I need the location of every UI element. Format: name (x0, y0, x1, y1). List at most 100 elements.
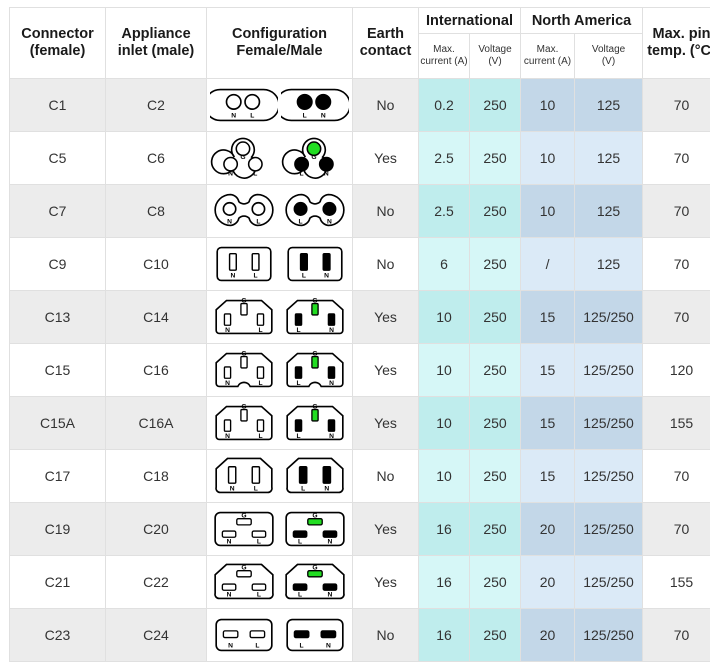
table-row: C23C24NLLNNo1625020125/25070 (10, 609, 710, 662)
connector-diagram-pair: GNLGLN (207, 397, 352, 449)
cell-configuration: NLLN (207, 79, 353, 132)
cell-international-voltage: 250 (470, 291, 521, 344)
connector-diagram-pair: GNLGLN (207, 344, 352, 396)
cell-max-pin-temp: 70 (643, 609, 710, 662)
intl-current-line2: current (A) (419, 56, 469, 68)
cell-appliance-inlet: C18 (106, 450, 207, 503)
cell-max-pin-temp: 70 (643, 450, 710, 503)
svg-text:G: G (241, 565, 246, 572)
cell-appliance-inlet: C2 (106, 79, 207, 132)
maxpin-header-line2: temp. (°C) (643, 43, 710, 60)
cell-north-america-voltage: 125/250 (575, 344, 643, 397)
cell-appliance-inlet: C16A (106, 397, 207, 450)
connector-female-c23-icon: NL (210, 613, 278, 657)
connector-diagram-pair: NLLN (207, 79, 352, 131)
svg-text:N: N (230, 272, 235, 279)
svg-text:N: N (225, 327, 230, 334)
svg-text:L: L (301, 485, 305, 492)
cell-north-america-voltage: 125/250 (575, 609, 643, 662)
cell-appliance-inlet: C6 (106, 132, 207, 185)
cell-north-america-max-current: 10 (521, 185, 575, 238)
svg-text:L: L (296, 327, 300, 334)
inlet-header-line1: Appliance (106, 26, 206, 43)
cell-appliance-inlet: C20 (106, 503, 207, 556)
cell-earth-contact: Yes (353, 291, 419, 344)
cell-max-pin-temp: 70 (643, 291, 710, 344)
iec-connector-table-container: Connector (female) Appliance inlet (male… (9, 7, 700, 662)
svg-text:G: G (311, 154, 316, 161)
connector-female-c15a-icon: G N L (210, 401, 278, 445)
cell-connector: C13 (10, 291, 106, 344)
table-row: C15C16GNLGLNYes1025015125/250120 (10, 344, 710, 397)
cell-north-america-voltage: 125 (575, 238, 643, 291)
svg-text:L: L (258, 327, 262, 334)
svg-text:N: N (231, 112, 236, 119)
svg-text:G: G (312, 351, 317, 358)
cell-connector: C17 (10, 450, 106, 503)
connector-female-c15-icon: GNL (210, 348, 278, 392)
connector-female-c1-icon: NL (210, 83, 278, 127)
cell-international-max-current: 10 (419, 344, 470, 397)
svg-text:G: G (312, 298, 317, 305)
cell-configuration: N LLN (207, 238, 353, 291)
connector-male-c14-icon: GLN (281, 295, 349, 339)
cell-north-america-max-current: 10 (521, 132, 575, 185)
cell-configuration: GNLGLN (207, 503, 353, 556)
cell-configuration: GNLGLN (207, 556, 353, 609)
cell-connector: C15 (10, 344, 106, 397)
svg-text:L: L (253, 171, 257, 178)
svg-text:N: N (227, 218, 232, 225)
cell-earth-contact: Yes (353, 503, 419, 556)
connector-diagram-pair: NLLN (207, 609, 352, 661)
cell-international-voltage: 250 (470, 397, 521, 450)
cell-north-america-voltage: 125 (575, 79, 643, 132)
table-row: C21C22GNLGLNYes1625020125/250155 (10, 556, 710, 609)
cell-international-voltage: 250 (470, 609, 521, 662)
table-body: C1C2NLLNNo0.22501012570C5C6GNLGLNYes2.52… (10, 79, 710, 662)
column-group-header-international: International (419, 8, 521, 34)
cell-connector: C9 (10, 238, 106, 291)
svg-text:L: L (302, 272, 306, 279)
cell-configuration: GNLGLN (207, 291, 353, 344)
cell-connector: C5 (10, 132, 106, 185)
cell-earth-contact: Yes (353, 556, 419, 609)
cell-north-america-voltage: 125/250 (575, 503, 643, 556)
connector-diagram-pair: GNLGLN (207, 503, 352, 555)
svg-text:N: N (228, 642, 233, 649)
table-row: C1C2NLLNNo0.22501012570 (10, 79, 710, 132)
maxpin-header-line1: Max. pin (643, 26, 710, 43)
cell-north-america-voltage: 125/250 (575, 450, 643, 503)
cell-earth-contact: No (353, 609, 419, 662)
cell-north-america-voltage: 125/250 (575, 556, 643, 609)
cell-connector: C1 (10, 79, 106, 132)
connector-female-c7-icon: NL (210, 189, 278, 233)
svg-text:L: L (257, 538, 261, 545)
cell-appliance-inlet: C14 (106, 291, 207, 344)
svg-text:G: G (312, 404, 317, 411)
cell-international-voltage: 250 (470, 79, 521, 132)
cell-max-pin-temp: 70 (643, 503, 710, 556)
connector-female-c19-icon: GNL (210, 507, 278, 551)
cell-international-voltage: 250 (470, 132, 521, 185)
svg-text:G: G (241, 404, 246, 411)
svg-text:N: N (225, 433, 230, 440)
cell-north-america-max-current: / (521, 238, 575, 291)
intl-voltage-line1: Voltage (470, 44, 520, 56)
cell-max-pin-temp: 70 (643, 132, 710, 185)
column-group-header-north-america: North America (521, 8, 643, 34)
svg-text:L: L (258, 433, 262, 440)
cell-connector: C21 (10, 556, 106, 609)
cell-earth-contact: No (353, 79, 419, 132)
cell-max-pin-temp: 70 (643, 79, 710, 132)
svg-text:N: N (324, 272, 329, 279)
svg-text:N: N (227, 591, 232, 598)
svg-text:G: G (240, 154, 245, 161)
cell-north-america-max-current: 15 (521, 291, 575, 344)
cell-earth-contact: No (353, 238, 419, 291)
connector-male-c8-icon: LN (281, 189, 349, 233)
svg-text:L: L (254, 485, 258, 492)
intl-current-line1: Max. (419, 44, 469, 56)
svg-text:L: L (256, 218, 260, 225)
connector-male-c10-icon: LN (281, 242, 349, 286)
cell-max-pin-temp: 70 (643, 185, 710, 238)
